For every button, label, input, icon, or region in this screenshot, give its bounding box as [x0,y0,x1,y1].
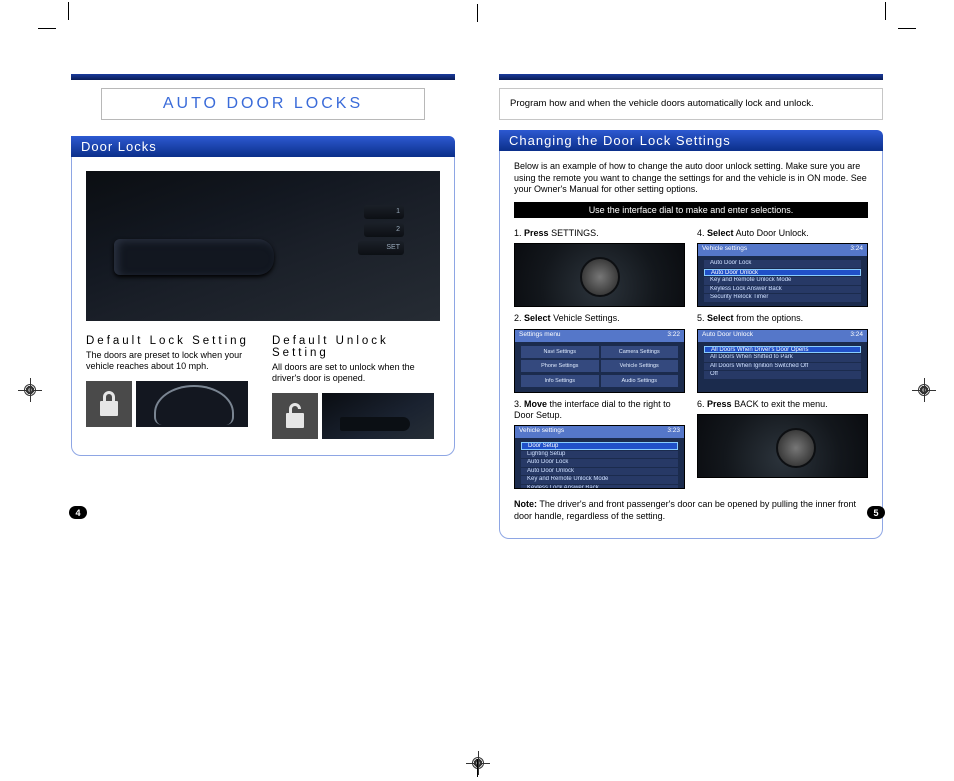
menu-cell: Phone Settings [521,360,599,372]
menu-row: Lighting Setup [521,451,678,459]
menu-row: Door Setup [521,442,678,450]
menu-cell: Navi Settings [521,346,599,358]
memory-button-2: 2 [364,223,404,237]
default-unlock-heading: Default Unlock Setting [272,335,440,359]
menu-row: Security Relock Timer [704,294,861,302]
screenshot-step-6 [697,414,868,478]
section-tab-change-settings: Changing the Door Lock Settings [499,130,883,151]
step-6: 6. Press BACK to exit the menu. [697,399,868,478]
menu-row: Auto Door Lock [704,260,861,268]
memory-button-1: 1 [364,205,404,219]
memory-button-set: SET [358,241,404,255]
menu-row: Key and Remote Unlock Mode [704,277,861,285]
menu-row: Keyless Lock Answer Back [521,485,678,490]
panel-intro: Below is an example of how to change the… [514,161,868,196]
step-1: 1. Press SETTINGS. [514,228,685,307]
section-tab-door-locks: Door Locks [71,136,455,157]
footer-note: Note: The driver's and front passenger's… [514,499,868,522]
step-5: 5. Select from the options. Auto Door Un… [697,313,868,392]
screenshot-step-3: Vehicle settings3:23 Door SetupLighting … [514,425,685,489]
default-unlock-body: All doors are set to unlock when the dri… [272,362,440,385]
step-4: 4. Select Auto Door Unlock. Vehicle sett… [697,228,868,307]
default-lock-body: The doors are preset to lock when your v… [86,350,254,373]
default-unlock-block: Default Unlock Setting All doors are set… [272,335,440,439]
page-title-band: AUTO DOOR LOCKS [101,88,425,120]
speedometer-photo [136,381,248,427]
unlock-icon [272,393,318,439]
menu-row: Keyless Lock Answer Back [704,286,861,294]
default-lock-heading: Default Lock Setting [86,335,254,347]
menu-row: Auto Door Unlock [521,468,678,476]
intro-box: Program how and when the vehicle doors a… [499,88,883,120]
menu-row: All Doors When Driver's Door Opens [704,346,861,354]
page-number-right: 5 [867,506,885,519]
menu-cell: Audio Settings [601,375,679,387]
panel-change-settings: Below is an example of how to change the… [499,151,883,539]
page-left: AUTO DOOR LOCKS Door Locks 1 2 SET Defau… [55,40,477,539]
menu-row: Auto Door Lock [521,459,678,467]
menu-row: Auto Door Unlock [704,269,861,277]
page-number-left: 4 [69,506,87,519]
default-lock-block: Default Lock Setting The doors are prese… [86,335,254,439]
screenshot-step-5: Auto Door Unlock3:24 All Doors When Driv… [697,329,868,393]
instruction-bar: Use the interface dial to make and enter… [514,202,868,218]
page-right: Program how and when the vehicle doors a… [477,40,899,539]
menu-row: All Doors When Ignition Switched Off [704,363,861,371]
door-open-photo [322,393,434,439]
lock-icon [86,381,132,427]
screenshot-step-2: Settings menu3:22 Navi SettingsCamera Se… [514,329,685,393]
door-handle-photo: 1 2 SET [86,171,440,321]
menu-row: All Doors When Shifted to Park [704,354,861,362]
step-3: 3. Move the interface dial to the right … [514,399,685,490]
screenshot-step-4: Vehicle settings3:24 Auto Door LockAuto … [697,243,868,307]
panel-door-locks: 1 2 SET Default Lock Setting The doors a… [71,157,455,456]
menu-cell: Vehicle Settings [601,360,679,372]
menu-row: Off [704,371,861,379]
intro-text: Program how and when the vehicle doors a… [510,98,814,110]
top-rule [499,74,883,80]
screenshot-step-1 [514,243,685,307]
page-title: AUTO DOOR LOCKS [163,95,363,113]
top-rule [71,74,455,80]
menu-row: Key and Remote Unlock Mode [521,476,678,484]
menu-cell: Camera Settings [601,346,679,358]
menu-cell: Info Settings [521,375,599,387]
step-2: 2. Select Vehicle Settings. Settings men… [514,313,685,392]
